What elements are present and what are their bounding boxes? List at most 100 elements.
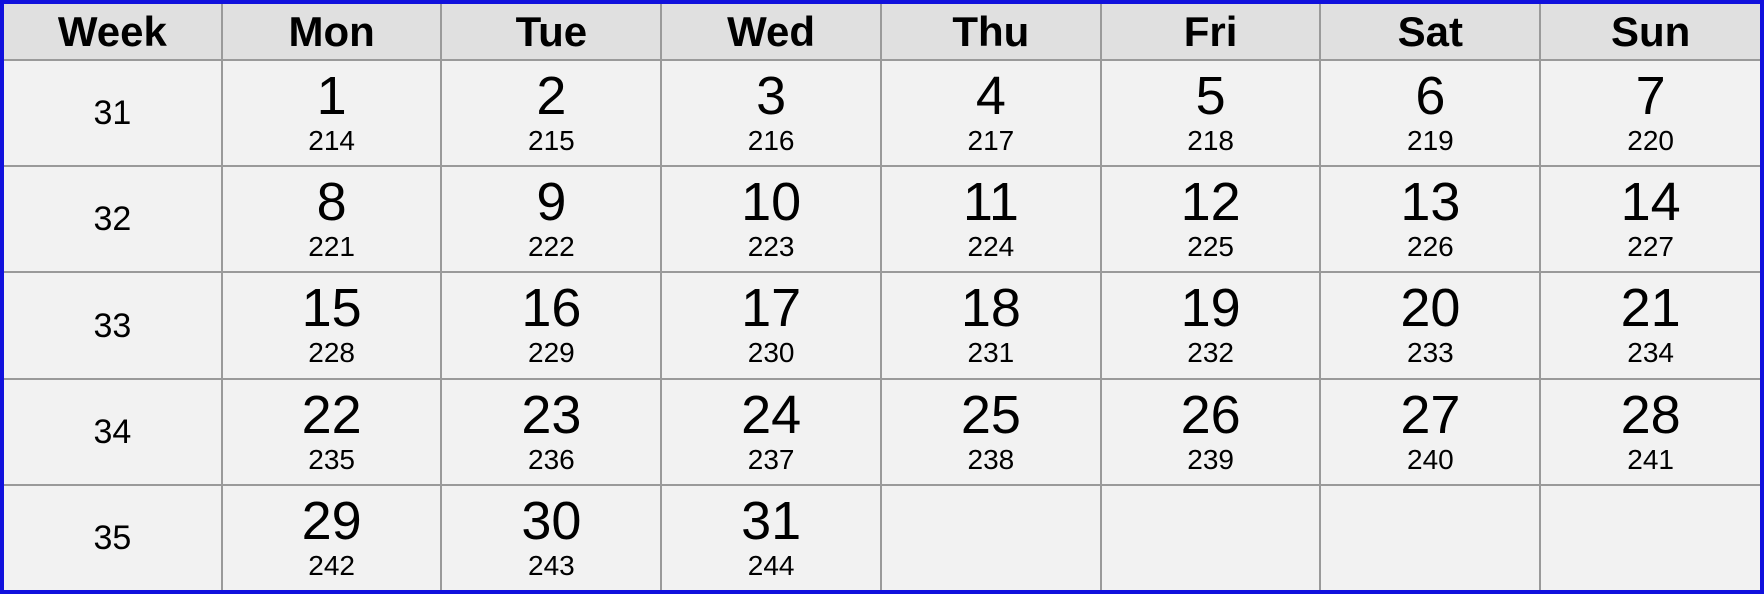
day-of-month: 9 [536, 172, 567, 233]
day-of-year: 223 [747, 231, 795, 263]
month-calendar: Week Mon Tue Wed Thu Fri Sat Sun 31 1 214… [0, 0, 1764, 594]
day-of-year: 232 [1187, 337, 1234, 369]
day-header-sun: Sun [1539, 4, 1760, 61]
day-cell[interactable]: 27 240 [1319, 377, 1542, 486]
day-cell[interactable]: 20 233 [1319, 271, 1542, 380]
day-cell[interactable]: 9 222 [440, 165, 663, 274]
day-of-year: 237 [747, 443, 795, 475]
week-row: 34 22 235 23 236 24 237 25 238 26 239 27 240 2… [4, 377, 1760, 486]
empty-day-cell [1099, 483, 1322, 590]
day-cell[interactable]: 22 235 [220, 377, 443, 486]
day-of-year: 221 [308, 231, 355, 263]
day-of-month: 29 [301, 490, 362, 551]
day-cell[interactable]: 3 216 [660, 58, 882, 168]
day-header-mon: Mon [220, 4, 443, 61]
day-of-year: 242 [308, 549, 355, 581]
day-of-year: 241 [1627, 443, 1674, 475]
day-header-thu: Thu [879, 4, 1102, 61]
day-cell[interactable]: 5 218 [1099, 58, 1322, 168]
week-number-cell: 32 [4, 165, 223, 274]
day-cell[interactable]: 21 234 [1539, 271, 1760, 380]
day-of-month: 12 [1180, 172, 1241, 233]
day-cell[interactable]: 29 242 [220, 483, 443, 590]
day-cell[interactable]: 17 230 [660, 271, 882, 380]
day-of-month: 23 [521, 384, 582, 445]
day-header-fri: Fri [1099, 4, 1322, 61]
day-of-month: 6 [1415, 66, 1446, 126]
header-row: Week Mon Tue Wed Thu Fri Sat Sun [4, 4, 1760, 61]
day-cell[interactable]: 18 231 [879, 271, 1102, 380]
day-of-month: 13 [1400, 172, 1461, 233]
day-of-year: 225 [1187, 231, 1234, 263]
day-cell[interactable]: 28 241 [1539, 377, 1760, 486]
day-cell[interactable]: 19 232 [1099, 271, 1322, 380]
empty-day-cell [1539, 483, 1760, 590]
day-of-month: 5 [1195, 66, 1226, 126]
day-cell[interactable]: 11 224 [879, 165, 1102, 274]
day-of-year: 219 [1407, 125, 1454, 156]
week-column-header: Week [4, 4, 223, 61]
day-of-month: 22 [301, 384, 362, 445]
empty-day-cell [879, 483, 1102, 590]
day-cell[interactable]: 13 226 [1319, 165, 1542, 274]
day-of-month: 4 [975, 66, 1006, 126]
day-of-year: 240 [1407, 443, 1454, 475]
day-cell[interactable]: 25 238 [879, 377, 1102, 486]
day-cell[interactable]: 26 239 [1099, 377, 1322, 486]
day-cell[interactable]: 10 223 [660, 165, 882, 274]
day-header-wed: Wed [660, 4, 882, 61]
day-of-month: 18 [960, 278, 1021, 339]
day-of-month: 11 [962, 172, 1019, 233]
day-of-year: 216 [747, 125, 795, 156]
day-cell[interactable]: 24 237 [660, 377, 882, 486]
day-of-month: 25 [960, 384, 1021, 445]
day-cell[interactable]: 7 220 [1539, 58, 1760, 168]
day-of-year: 239 [1187, 443, 1234, 475]
day-of-month: 15 [301, 278, 362, 339]
day-of-month: 2 [536, 66, 567, 126]
day-cell[interactable]: 15 228 [220, 271, 443, 380]
day-of-year: 227 [1627, 231, 1674, 263]
week-number-cell: 31 [4, 58, 223, 168]
day-cell[interactable]: 16 229 [440, 271, 663, 380]
day-cell[interactable]: 14 227 [1539, 165, 1760, 274]
week-number-cell: 33 [4, 271, 223, 380]
calendar-table: Week Mon Tue Wed Thu Fri Sat Sun 31 1 214… [4, 4, 1760, 590]
day-of-month: 21 [1620, 278, 1681, 339]
day-of-year: 236 [528, 443, 575, 475]
day-cell[interactable]: 8 221 [220, 165, 443, 274]
day-of-month: 27 [1400, 384, 1461, 445]
day-of-year: 244 [747, 549, 795, 581]
day-of-year: 229 [528, 337, 575, 369]
day-cell[interactable]: 1 214 [220, 58, 443, 168]
week-row: 32 8 221 9 222 10 223 11 224 12 225 13 226 14 2… [4, 165, 1760, 274]
day-cell[interactable]: 31 244 [660, 483, 882, 590]
day-of-month: 26 [1180, 384, 1241, 445]
day-of-year: 235 [308, 443, 355, 475]
day-of-year: 230 [747, 337, 795, 369]
day-of-month: 28 [1620, 384, 1681, 445]
day-cell[interactable]: 23 236 [440, 377, 663, 486]
day-of-month: 10 [741, 172, 802, 233]
week-number: 33 [93, 306, 132, 345]
day-of-month: 1 [316, 66, 347, 126]
day-cell[interactable]: 30 243 [440, 483, 663, 590]
day-of-month: 14 [1620, 172, 1681, 233]
day-cell[interactable]: 4 217 [879, 58, 1102, 168]
day-of-year: 226 [1407, 231, 1454, 263]
day-of-month: 3 [756, 66, 787, 126]
day-of-year: 231 [967, 337, 1015, 369]
day-of-year: 233 [1407, 337, 1454, 369]
day-cell[interactable]: 6 219 [1319, 58, 1542, 168]
day-of-month: 16 [521, 278, 582, 339]
day-cell[interactable]: 2 215 [440, 58, 663, 168]
week-number-cell: 34 [4, 377, 223, 486]
day-of-month: 24 [741, 384, 802, 445]
day-header-sat: Sat [1319, 4, 1542, 61]
week-number: 31 [93, 94, 132, 133]
day-of-month: 17 [741, 278, 802, 339]
day-of-year: 234 [1627, 337, 1674, 369]
week-number-cell: 35 [4, 483, 223, 590]
day-of-month: 8 [316, 172, 347, 233]
day-cell[interactable]: 12 225 [1099, 165, 1322, 274]
